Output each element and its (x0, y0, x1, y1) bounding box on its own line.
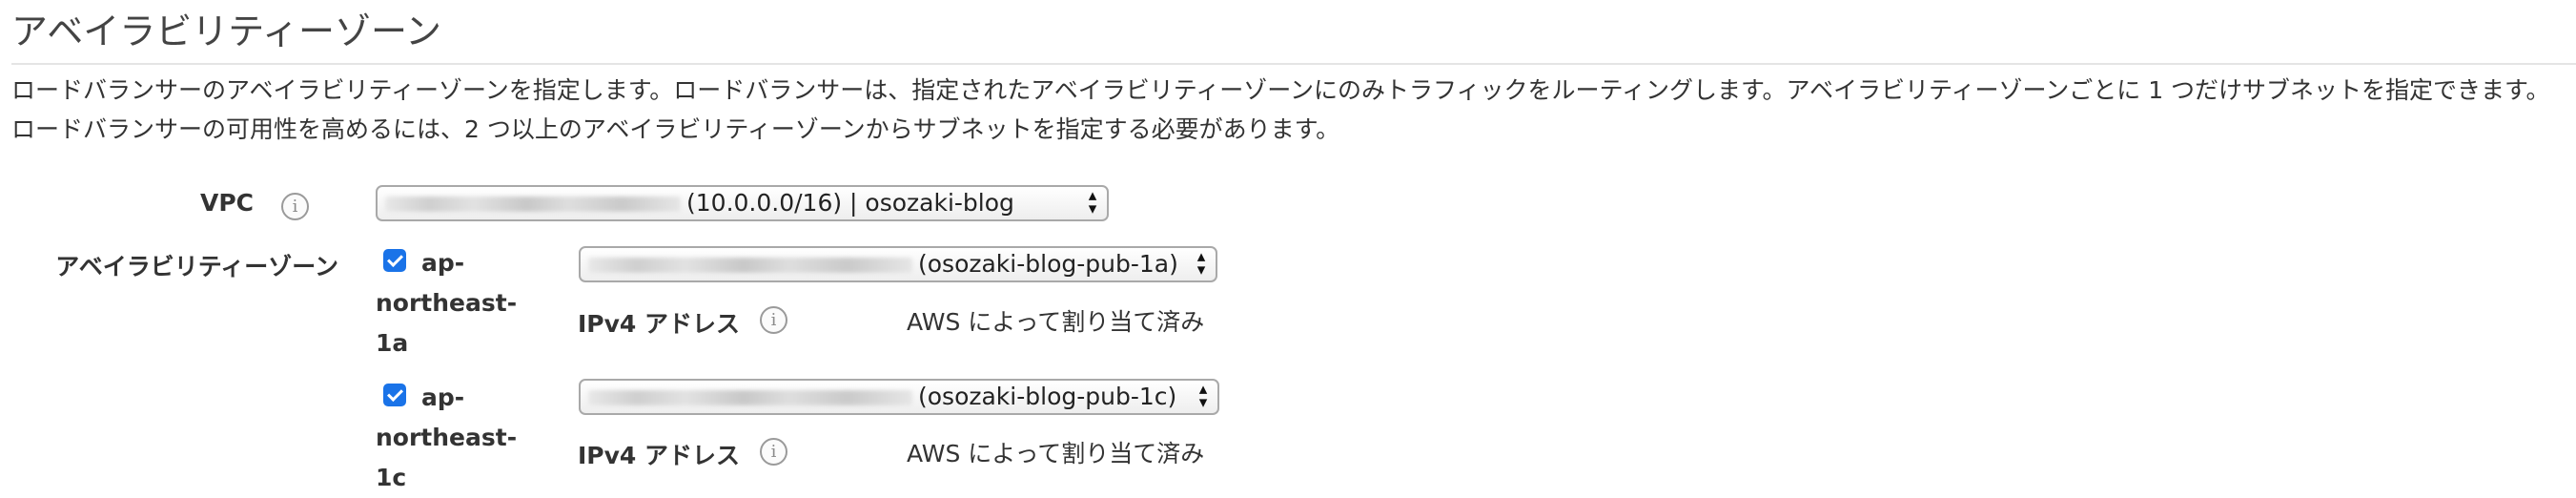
page-title: アベイラビリティーゾーン (11, 10, 442, 52)
zone-1a-ipv4-value: AWS によって割り当て済み (907, 308, 1205, 336)
chevron-up-down-icon: ▴ ▾ (1198, 380, 1208, 412)
zone-1c-ipv4-label: IPv4 アドレス (578, 442, 741, 469)
vpc-id-redacted (385, 197, 681, 212)
zone-1a-name: ap-northeast-1a (376, 249, 518, 357)
chevron-up-down-icon: ▴ ▾ (1088, 186, 1097, 218)
zone-1a-subnet-select[interactable]: (osozaki-blog-pub-1a) ▴ ▾ (579, 246, 1217, 282)
zone-1a-ipv4-info-icon[interactable]: i (760, 306, 787, 334)
zone-1c-ipv4-value: AWS によって割り当て済み (907, 440, 1205, 467)
subnet-1c-id-redacted (588, 390, 912, 405)
vpc-info-icon[interactable]: i (281, 193, 309, 220)
zone-1c-subnet-select[interactable]: (osozaki-blog-pub-1c) ▴ ▾ (579, 379, 1219, 415)
section-description: ロードバランサーのアベイラビリティーゾーンを指定します。ロードバランサーは、指定… (11, 76, 2550, 143)
chevron-up-down-icon: ▴ ▾ (1196, 247, 1206, 280)
subnet-1a-id-redacted (588, 258, 912, 273)
zone-1a-ipv4-label: IPv4 アドレス (578, 310, 741, 338)
vpc-select[interactable]: (10.0.0.0/16) | osozaki-blog ▴ ▾ (376, 185, 1109, 221)
title-divider (11, 63, 2576, 65)
availability-zones-label: アベイラビリティーゾーン (55, 253, 338, 280)
zone-1c-name: ap-northeast-1c (376, 384, 518, 491)
vpc-select-value: (10.0.0.0/16) | osozaki-blog (686, 189, 1014, 217)
zone-1a-subnet-value: (osozaki-blog-pub-1a) (918, 250, 1178, 278)
vpc-label: VPC (200, 189, 255, 217)
zone-1c-subnet-value: (osozaki-blog-pub-1c) (918, 383, 1177, 410)
zone-1c-ipv4-info-icon[interactable]: i (760, 438, 787, 466)
